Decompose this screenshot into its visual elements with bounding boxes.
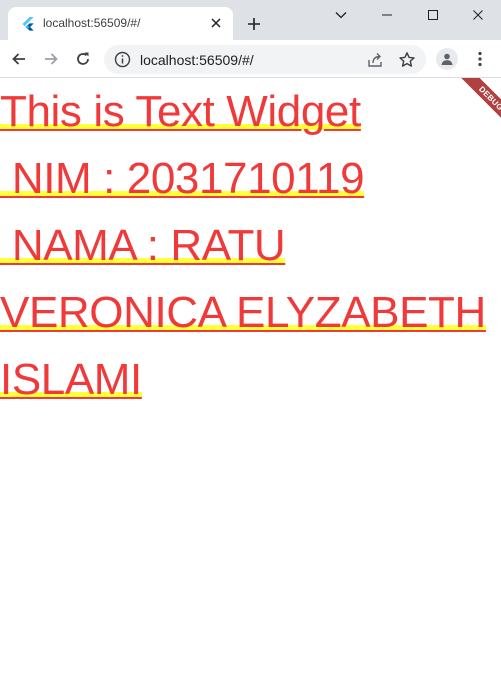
arrow-left-icon xyxy=(12,53,25,65)
minimize-icon xyxy=(382,14,392,16)
text-widget: This is Text Widget NIM : 2031710119 NAM… xyxy=(0,78,501,413)
text-line-title: This is Text Widget xyxy=(0,87,361,136)
reload-button[interactable] xyxy=(71,47,95,71)
url-text[interactable]: localhost:56509/#/ xyxy=(140,52,254,68)
new-tab-button[interactable] xyxy=(243,13,265,35)
maximize-icon xyxy=(428,10,438,20)
info-icon[interactable] xyxy=(114,51,131,68)
close-icon xyxy=(473,10,483,20)
tab-close-button[interactable] xyxy=(208,15,224,31)
kebab-menu-icon xyxy=(478,51,482,67)
text-line-nama: NAMA : RATU xyxy=(0,221,286,270)
maximize-button[interactable] xyxy=(410,0,456,30)
window-close-button[interactable] xyxy=(455,0,501,30)
page-viewport: This is Text Widget NIM : 2031710119 NAM… xyxy=(0,78,501,692)
debug-banner: DEBUG xyxy=(445,78,501,134)
browser-toolbar: localhost:56509/#/ xyxy=(0,40,501,78)
debug-banner-label: DEBUG xyxy=(458,78,501,132)
browser-menu-button[interactable] xyxy=(468,47,492,71)
reload-icon xyxy=(77,52,89,65)
text-line-name-last: ISLAMI xyxy=(0,355,142,404)
tab-title: localhost:56509/#/ xyxy=(43,16,141,30)
share-icon[interactable] xyxy=(366,51,384,69)
text-line-name-continued: VERONICA ELYZABETH xyxy=(0,288,486,337)
star-icon[interactable] xyxy=(398,51,416,69)
address-bar[interactable]: localhost:56509/#/ xyxy=(104,45,426,74)
back-button[interactable] xyxy=(7,47,31,71)
forward-button[interactable] xyxy=(39,47,63,71)
browser-tab[interactable]: localhost:56509/#/ xyxy=(8,7,233,40)
profile-button[interactable] xyxy=(436,48,458,70)
tab-search-button[interactable] xyxy=(318,0,364,30)
close-icon xyxy=(211,18,221,28)
arrow-right-icon xyxy=(45,53,58,65)
browser-titlebar: localhost:56509/#/ xyxy=(0,0,501,40)
flutter-icon xyxy=(22,17,34,31)
profile-icon xyxy=(441,53,453,65)
text-line-nim: NIM : 2031710119 xyxy=(0,154,365,203)
chevron-down-icon xyxy=(335,12,347,19)
plus-icon xyxy=(248,18,260,30)
minimize-button[interactable] xyxy=(364,0,410,30)
